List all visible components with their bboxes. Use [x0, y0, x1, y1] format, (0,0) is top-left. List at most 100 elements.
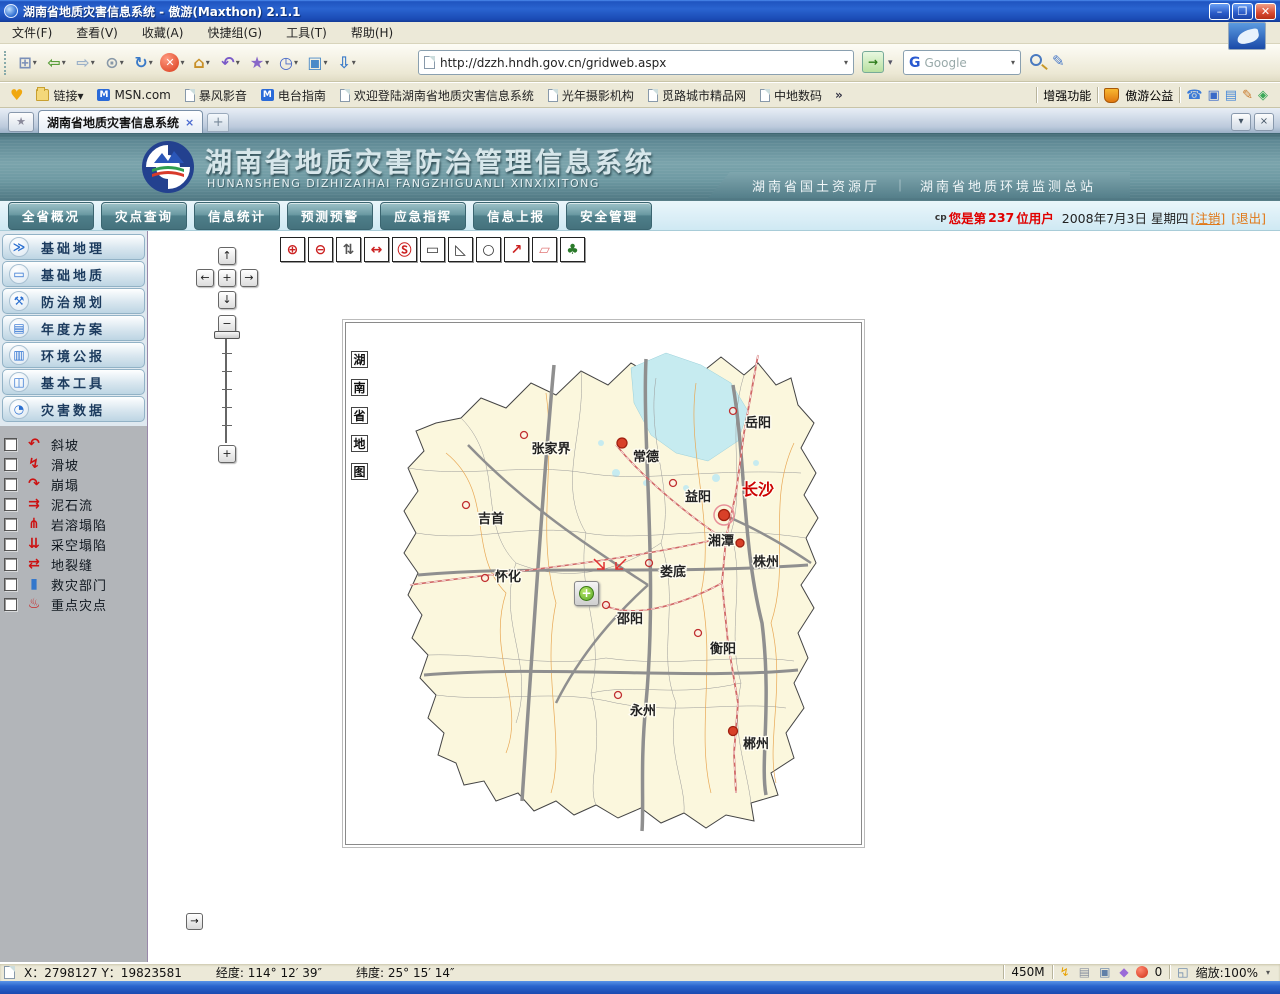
select-point-button[interactable]: ↗: [504, 237, 529, 262]
select-rectangle-button[interactable]: ▭: [420, 237, 445, 262]
menu-item[interactable]: 文件(F): [0, 21, 64, 44]
highlighter-icon[interactable]: ✎: [1052, 52, 1065, 70]
enhance-menu[interactable]: 增强功能: [1043, 87, 1091, 104]
sidebar-section[interactable]: ◫ 基本工具: [2, 369, 145, 395]
zoom-in-step-button[interactable]: +: [218, 445, 236, 463]
measure-scale-button[interactable]: Ⓢ: [392, 237, 417, 262]
zoom-out-button[interactable]: ⊖: [308, 237, 333, 262]
pens-icon[interactable]: ✎: [1242, 88, 1253, 103]
download-button[interactable]: ⇩ ▾: [333, 49, 360, 76]
pan-right-button[interactable]: →: [240, 269, 258, 287]
tab-list-button[interactable]: ▾: [1231, 113, 1251, 131]
favorites-star-button[interactable]: ★: [8, 112, 34, 132]
address-dropdown-icon[interactable]: ▾: [844, 58, 848, 67]
address-url[interactable]: http://dzzh.hndh.gov.cn/gridweb.aspx: [440, 56, 843, 70]
zoom-slider[interactable]: [222, 335, 232, 443]
nav-tab[interactable]: 应急指挥: [380, 202, 466, 230]
menu-item[interactable]: 快捷组(G): [195, 21, 274, 44]
maximize-button[interactable]: ❐: [1232, 3, 1253, 20]
select-polygon-button[interactable]: ◺: [448, 237, 473, 262]
menu-item[interactable]: 工具(T): [274, 21, 339, 44]
window-title-bar[interactable]: 湖南省地质灾害信息系统 - 傲游(Maxthon) 2.1.1 – ❐ ✕: [0, 0, 1280, 22]
link-item[interactable]: 暴风影音: [178, 85, 254, 106]
popup-blocker-icon[interactable]: [1136, 966, 1148, 978]
search-box[interactable]: G Google ▾: [903, 50, 1021, 75]
magic-fill-button[interactable]: ★ ▾: [246, 49, 273, 76]
layer-label[interactable]: 重点灾点: [51, 595, 107, 614]
select-circle-button[interactable]: ○: [476, 237, 501, 262]
go-dropdown-icon[interactable]: ▾: [888, 58, 893, 68]
maxthon-logo[interactable]: [1228, 22, 1266, 50]
link-item[interactable]: 电台指南: [254, 85, 333, 106]
nav-tab[interactable]: 灾点查询: [101, 202, 187, 230]
layer-checkbox[interactable]: [4, 518, 17, 531]
layer-label[interactable]: 斜坡: [51, 435, 79, 454]
search-icon[interactable]: [1030, 54, 1042, 66]
zoom-dropdown-icon[interactable]: ▾: [1266, 968, 1270, 977]
link-item[interactable]: 光年摄影机构: [541, 85, 641, 106]
layer-checkbox[interactable]: [4, 478, 17, 491]
new-window-icon[interactable]: ▣: [1099, 965, 1110, 979]
proxy-icon[interactable]: ▤: [1079, 965, 1090, 979]
link-item[interactable]: 链接▾: [29, 85, 90, 106]
close-tab-button[interactable]: ×: [1254, 113, 1274, 131]
undo-button[interactable]: ↶ ▾: [217, 49, 244, 76]
zoom-slider-handle[interactable]: [214, 331, 240, 339]
layer-label[interactable]: 救灾部门: [51, 575, 107, 594]
sidebar-section[interactable]: ▭ 基础地质: [2, 261, 145, 287]
map-canvas[interactable]: 张家界常德岳阳益阳长沙吉首湘潭株州怀化娄底邵阳衡阳永州郴州 湖南省地图 +: [345, 322, 862, 845]
stop-button[interactable]: ✕ ▾: [159, 49, 186, 76]
refresh-button[interactable]: ↻ ▾: [130, 49, 157, 76]
address-bar[interactable]: http://dzzh.hndh.gov.cn/gridweb.aspx ▾: [418, 50, 854, 75]
layer-checkbox[interactable]: [4, 498, 17, 511]
menu-item[interactable]: 帮助(H): [339, 21, 405, 44]
map-marker-button[interactable]: +: [574, 581, 599, 606]
layer-label[interactable]: 地裂缝: [51, 555, 93, 574]
pan-left-button[interactable]: ←: [196, 269, 214, 287]
active-tab[interactable]: 湖南省地质灾害信息系统 ×: [38, 110, 203, 133]
search-input[interactable]: Google: [925, 56, 1010, 70]
full-extent-button[interactable]: ♣: [560, 237, 585, 262]
boost-icon[interactable]: ↯: [1060, 965, 1070, 979]
close-button[interactable]: ✕: [1255, 3, 1276, 20]
pan-button[interactable]: ⇅: [336, 237, 361, 262]
sidebar-section[interactable]: ⚒ 防治规划: [2, 288, 145, 314]
notepad-icon[interactable]: ▤: [1225, 88, 1237, 103]
layer-checkbox[interactable]: [4, 558, 17, 571]
pan-center-button[interactable]: +: [218, 269, 236, 287]
go-button[interactable]: →: [862, 51, 884, 73]
menu-item[interactable]: 查看(V): [64, 21, 130, 44]
sidebar-section[interactable]: ▤ 年度方案: [2, 315, 145, 341]
messenger-icon[interactable]: ☎: [1186, 88, 1202, 103]
link-item[interactable]: 中地数码: [753, 85, 829, 106]
new-tab-button[interactable]: +: [207, 113, 229, 132]
skin-icon[interactable]: ◈: [1258, 88, 1268, 103]
layer-label[interactable]: 泥石流: [51, 495, 93, 514]
charity-link[interactable]: 傲游公益: [1125, 87, 1173, 104]
clear-graphics-button[interactable]: ▱: [532, 237, 557, 262]
search-dropdown-icon[interactable]: ▾: [1011, 58, 1015, 67]
minimize-button[interactable]: –: [1209, 3, 1230, 20]
scroll-right-button[interactable]: →: [186, 913, 203, 930]
exit-link[interactable]: [退出]: [1231, 208, 1266, 227]
sidebar-section[interactable]: ≫ 基础地理: [2, 234, 145, 260]
pan-up-button[interactable]: ↑: [218, 247, 236, 265]
layer-checkbox[interactable]: [4, 538, 17, 551]
history-button[interactable]: ◷ ▾: [275, 49, 302, 76]
new-page-button[interactable]: ⊞ ▾: [14, 49, 41, 76]
resize-icon[interactable]: ◱: [1177, 965, 1188, 979]
link-item[interactable]: 觅路城市精品网: [641, 85, 753, 106]
link-land-resources[interactable]: 湖南省国土资源厅: [738, 176, 894, 195]
menu-item[interactable]: 收藏(A): [130, 21, 196, 44]
layer-checkbox[interactable]: [4, 438, 17, 451]
recent-pages-button[interactable]: ⊙ ▾: [101, 49, 128, 76]
measure-distance-button[interactable]: ↔: [364, 237, 389, 262]
home-button[interactable]: ⌂ ▾: [188, 49, 215, 76]
layer-label[interactable]: 岩溶塌陷: [51, 515, 107, 534]
back-button[interactable]: ⇦ ▾: [43, 49, 70, 76]
nav-tab[interactable]: 全省概况: [8, 202, 94, 230]
session-button[interactable]: ▣ ▾: [304, 49, 331, 76]
tab-close-icon[interactable]: ×: [185, 116, 194, 129]
link-item[interactable]: MSN.com: [90, 86, 177, 104]
layer-checkbox[interactable]: [4, 458, 17, 471]
